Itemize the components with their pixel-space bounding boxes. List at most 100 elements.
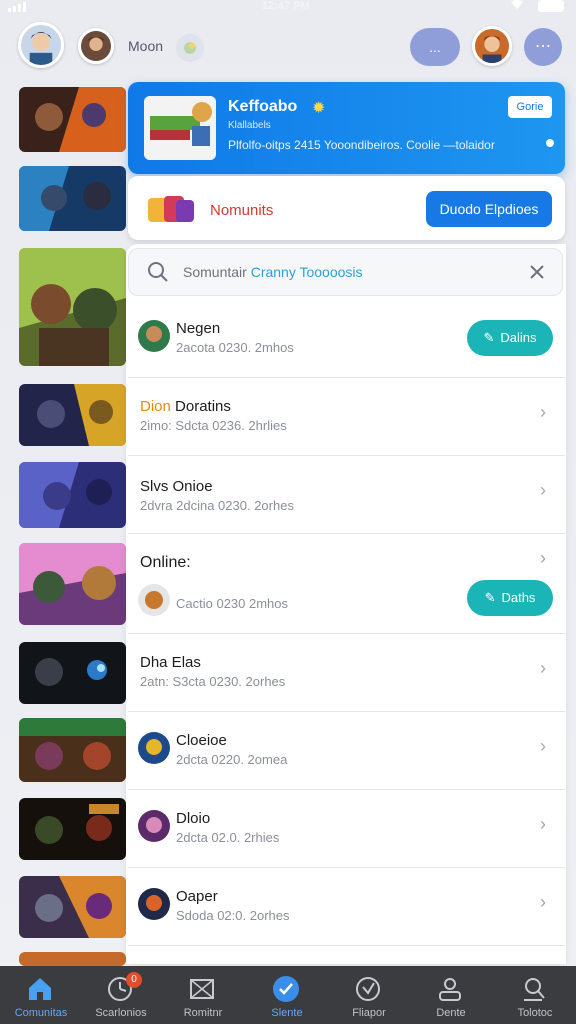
nav-label: Dente — [436, 1007, 466, 1019]
promo-image — [144, 96, 216, 160]
nav-item-comunitas[interactable]: Comunitas — [0, 966, 82, 1024]
item-avatar — [138, 584, 170, 616]
item-subtitle: 2acota 0230. 2mhos — [176, 340, 294, 355]
item-title: Negen — [176, 320, 221, 337]
top-bar: Moon ... ⋯ — [0, 18, 576, 78]
more-options-button[interactable]: ⋯ — [524, 28, 562, 66]
nav-label: Romitnr — [183, 1007, 223, 1019]
nav-label: Scarlonios — [95, 1007, 147, 1019]
bottom-nav: Comunitas 0 Scarlonios Romitnr Slente Fl… — [0, 966, 576, 1024]
chevron-right-icon[interactable]: › — [540, 548, 546, 569]
item-title: Dha Elas — [140, 654, 201, 671]
pencil-icon: ✎ — [483, 330, 495, 345]
item-subtitle: 2imo: Sdcta 0236. 2hrlies — [140, 418, 287, 433]
game-thumbnail[interactable] — [19, 952, 126, 966]
top-label: Moon — [128, 38, 164, 54]
item-title: Slvs Onioe — [140, 478, 213, 495]
nav-item-tolotoc[interactable]: Tolotoc — [494, 966, 576, 1024]
item-subtitle: Sdoda 02:0. 2orhes — [176, 908, 290, 923]
chevron-right-icon[interactable]: › — [540, 814, 546, 835]
nav-item-slente[interactable]: Slente — [246, 966, 328, 1024]
battery-icon — [538, 0, 564, 12]
promo-title: Keffoabo — [228, 98, 298, 115]
nav-item-fliapor[interactable]: Fliapor — [328, 966, 410, 1024]
game-thumbnail[interactable] — [19, 166, 126, 231]
chevron-right-icon[interactable]: › — [540, 402, 546, 423]
close-icon[interactable] — [527, 262, 547, 282]
game-thumbnail[interactable] — [19, 798, 126, 860]
messages-button[interactable]: ... — [410, 28, 460, 66]
list-item[interactable]: Dloio 2dcta 02.0. 2rhies › — [128, 790, 565, 868]
notification-badge: 0 — [126, 972, 142, 988]
gift-icon — [148, 196, 194, 222]
pencil-icon: ✎ — [484, 590, 496, 605]
search-icon — [148, 262, 168, 282]
item-title: Cloeioe — [176, 732, 227, 749]
compass-icon — [356, 977, 380, 1001]
game-thumbnail[interactable] — [19, 718, 126, 782]
item-subtitle: 2dvra 2dcina 0230. 2orhes — [140, 498, 294, 513]
friend-avatar[interactable] — [78, 28, 114, 64]
item-avatar — [138, 810, 170, 842]
list-item[interactable]: Oaper Sdoda 02:0. 2orhes › — [128, 868, 565, 946]
list-item[interactable]: Slvs Onioe 2dvra 2dcina 0230. 2orhes › — [128, 456, 565, 534]
edit-button[interactable]: ✎ Daths — [467, 580, 553, 616]
list-item[interactable]: Cloeioe 2dcta 0220. 2omea › — [128, 712, 565, 790]
search-person-icon — [524, 978, 545, 1001]
promo-subtitle: Klallabels — [228, 120, 271, 131]
game-thumbnail[interactable] — [19, 642, 126, 704]
promo-card[interactable]: Keffoabo ✹ Klallabels Plfolfo-oitps 2415… — [128, 82, 565, 174]
item-subtitle: 2dcta 02.0. 2rhies — [176, 830, 280, 845]
game-thumbnail[interactable] — [19, 87, 126, 152]
nav-item-dente[interactable]: Dente — [410, 966, 492, 1024]
item-title: Oaper — [176, 888, 218, 905]
promo-button[interactable]: Gorie — [508, 96, 552, 118]
item-avatar — [138, 320, 170, 352]
sparkle-icon[interactable] — [176, 34, 204, 62]
profile-icon — [439, 978, 461, 1001]
item-subtitle: 2atn: S3cta 0230. 2orhes — [140, 674, 286, 689]
profile-avatar[interactable] — [472, 26, 512, 66]
nav-label: Comunitas — [14, 1007, 68, 1019]
nav-item-scarlonios[interactable]: 0 Scarlonios — [80, 966, 162, 1024]
nav-label: Slente — [271, 1007, 303, 1019]
list-item[interactable]: Negen 2acota 0230. 2mhos ✎ Dalins — [128, 300, 565, 378]
item-title: Dloio — [176, 810, 211, 827]
nom-card: Nomunits Duodo Elpdioes — [128, 176, 565, 240]
nav-label: Fliapor — [352, 1007, 386, 1019]
signal-icon — [8, 2, 26, 12]
game-thumbnail[interactable] — [19, 248, 126, 366]
map-icon — [190, 979, 214, 999]
item-title: Dion Doratins — [140, 398, 231, 415]
game-thumbnail[interactable] — [19, 543, 126, 625]
chevron-right-icon[interactable]: › — [540, 658, 546, 679]
user-avatar[interactable] — [18, 22, 64, 68]
list-item[interactable]: Dion Doratins 2imo: Sdcta 0236. 2hrlies … — [128, 378, 565, 456]
game-thumbnail[interactable] — [19, 384, 126, 446]
nom-action-button[interactable]: Duodo Elpdioes — [426, 191, 552, 227]
item-title: Online: — [140, 554, 191, 571]
status-bar: 12:47 PM — [0, 0, 576, 16]
search-bar[interactable]: Somuntair Cranny Tooooosis — [128, 248, 563, 296]
check-badge-icon — [273, 976, 299, 1002]
chevron-right-icon[interactable]: › — [540, 736, 546, 757]
star-icon: ✹ — [312, 100, 326, 117]
home-icon — [29, 978, 51, 1000]
nav-label: Tolotoc — [517, 1007, 553, 1019]
wifi-icon — [511, 0, 523, 9]
nav-item-romitnr[interactable]: Romitnr — [162, 966, 244, 1024]
chevron-right-icon[interactable]: › — [540, 892, 546, 913]
search-input[interactable]: Somuntair Cranny Tooooosis — [183, 264, 363, 280]
status-time: 12:47 PM — [262, 0, 310, 12]
chevron-right-icon[interactable]: › — [540, 480, 546, 501]
item-avatar — [138, 732, 170, 764]
item-subtitle: Cactio 0230 2mhos — [176, 596, 289, 611]
edit-button[interactable]: ✎ Dalins — [467, 320, 553, 356]
item-avatar — [138, 888, 170, 920]
nom-label: Nomunits — [210, 202, 274, 219]
game-thumbnail[interactable] — [19, 876, 126, 938]
item-subtitle: 2dcta 0220. 2omea — [176, 752, 288, 767]
game-thumbnail[interactable] — [19, 462, 126, 528]
list-item[interactable]: Dha Elas 2atn: S3cta 0230. 2orhes › — [128, 634, 565, 712]
list-item[interactable]: Online: › Cactio 0230 2mhos ✎ Daths — [128, 534, 565, 634]
